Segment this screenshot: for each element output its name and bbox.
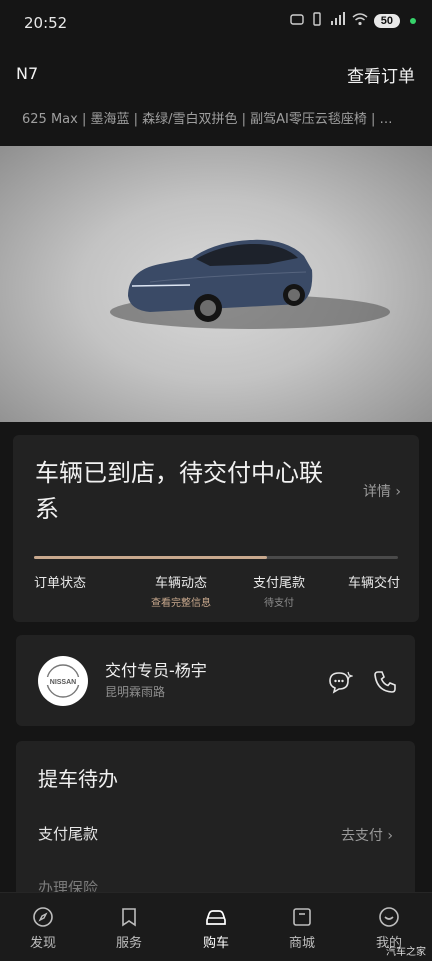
order-status-title: 车辆已到店，待交付中心联系 (35, 459, 323, 523)
todo-title: 提车待办 (38, 767, 118, 791)
nav-label: 购车 (202, 936, 229, 951)
nav-label: 商城 (288, 936, 315, 951)
nav-buy-car[interactable]: 购车 (184, 905, 248, 951)
step-order-status[interactable]: 订单状态 (34, 572, 86, 591)
delivery-specialist-card: NISSAN 交付专员-杨宇 昆明霖雨路 (16, 635, 415, 726)
step-label: 支付尾款 (252, 576, 305, 591)
car-icon (206, 910, 226, 925)
step-sub-status: 待支付 (264, 598, 294, 609)
car-image (0, 146, 432, 422)
step-final-payment[interactable]: 支付尾款 待支付 (235, 572, 323, 609)
avatar: NISSAN (38, 656, 88, 706)
header: N7 查看订单 (0, 52, 432, 92)
order-status-card: 车辆已到店，待交付中心联系 详情 › 订单状态 车辆动态 查看完整信息 支付尾款… (13, 435, 419, 622)
svg-text:NISSAN: NISSAN (50, 679, 76, 686)
shop-icon (293, 908, 311, 926)
specialist-name: 交付专员-杨宇 (105, 661, 207, 680)
bottom-navigation: 发现 服务 购车 商城 我的 汽车之家 (0, 892, 432, 961)
store-name: 昆明霖雨路 (105, 685, 166, 699)
view-full-info-link[interactable]: 查看完整信息 (129, 594, 233, 609)
go-pay-link[interactable]: 去支付 › (341, 825, 393, 845)
watermark: 汽车之家 (386, 947, 426, 958)
nav-service[interactable]: 服务 (97, 905, 161, 951)
order-progress-fill (34, 556, 267, 559)
view-order-button[interactable]: 查看订单 (347, 62, 415, 87)
step-vehicle-delivery[interactable]: 车辆交付 (348, 572, 400, 591)
bookmark-icon (122, 908, 136, 927)
wifi-icon (352, 12, 368, 29)
step-vehicle-updates[interactable]: 车辆动态 查看完整信息 (129, 572, 233, 609)
config-summary: 625 Max | 墨海蓝 | 森绿/雪白双拼色 | 副驾AI零压云毯座椅 | … (22, 112, 393, 127)
nav-label: 发现 (29, 936, 56, 951)
signal-icon (330, 12, 346, 29)
step-label: 车辆交付 (348, 576, 401, 591)
step-label: 车辆动态 (154, 576, 207, 591)
nav-label: 服务 (115, 936, 142, 951)
step-label: 订单状态 (34, 576, 87, 591)
notification-icon (290, 12, 304, 29)
details-link[interactable]: 详情 › (363, 481, 401, 501)
chat-bubble-icon[interactable] (325, 668, 354, 696)
vibrate-icon (310, 12, 324, 29)
nav-shop[interactable]: 商城 (270, 905, 334, 951)
phone-icon[interactable] (371, 668, 399, 696)
status-bar: 20:52 50 (0, 0, 432, 44)
order-progress-bar (34, 556, 398, 559)
nissan-logo-icon: NISSAN (44, 664, 82, 698)
model-name: N7 (16, 64, 39, 83)
battery-indicator: 50 (373, 13, 400, 28)
compass-icon (33, 907, 53, 927)
status-time: 20:52 (24, 14, 68, 32)
smile-icon (379, 907, 399, 927)
status-icons: 50 (290, 12, 416, 29)
privacy-dot (410, 17, 416, 24)
todo-item-final-payment[interactable]: 支付尾款 (38, 823, 98, 844)
nav-discover[interactable]: 发现 (11, 905, 75, 951)
